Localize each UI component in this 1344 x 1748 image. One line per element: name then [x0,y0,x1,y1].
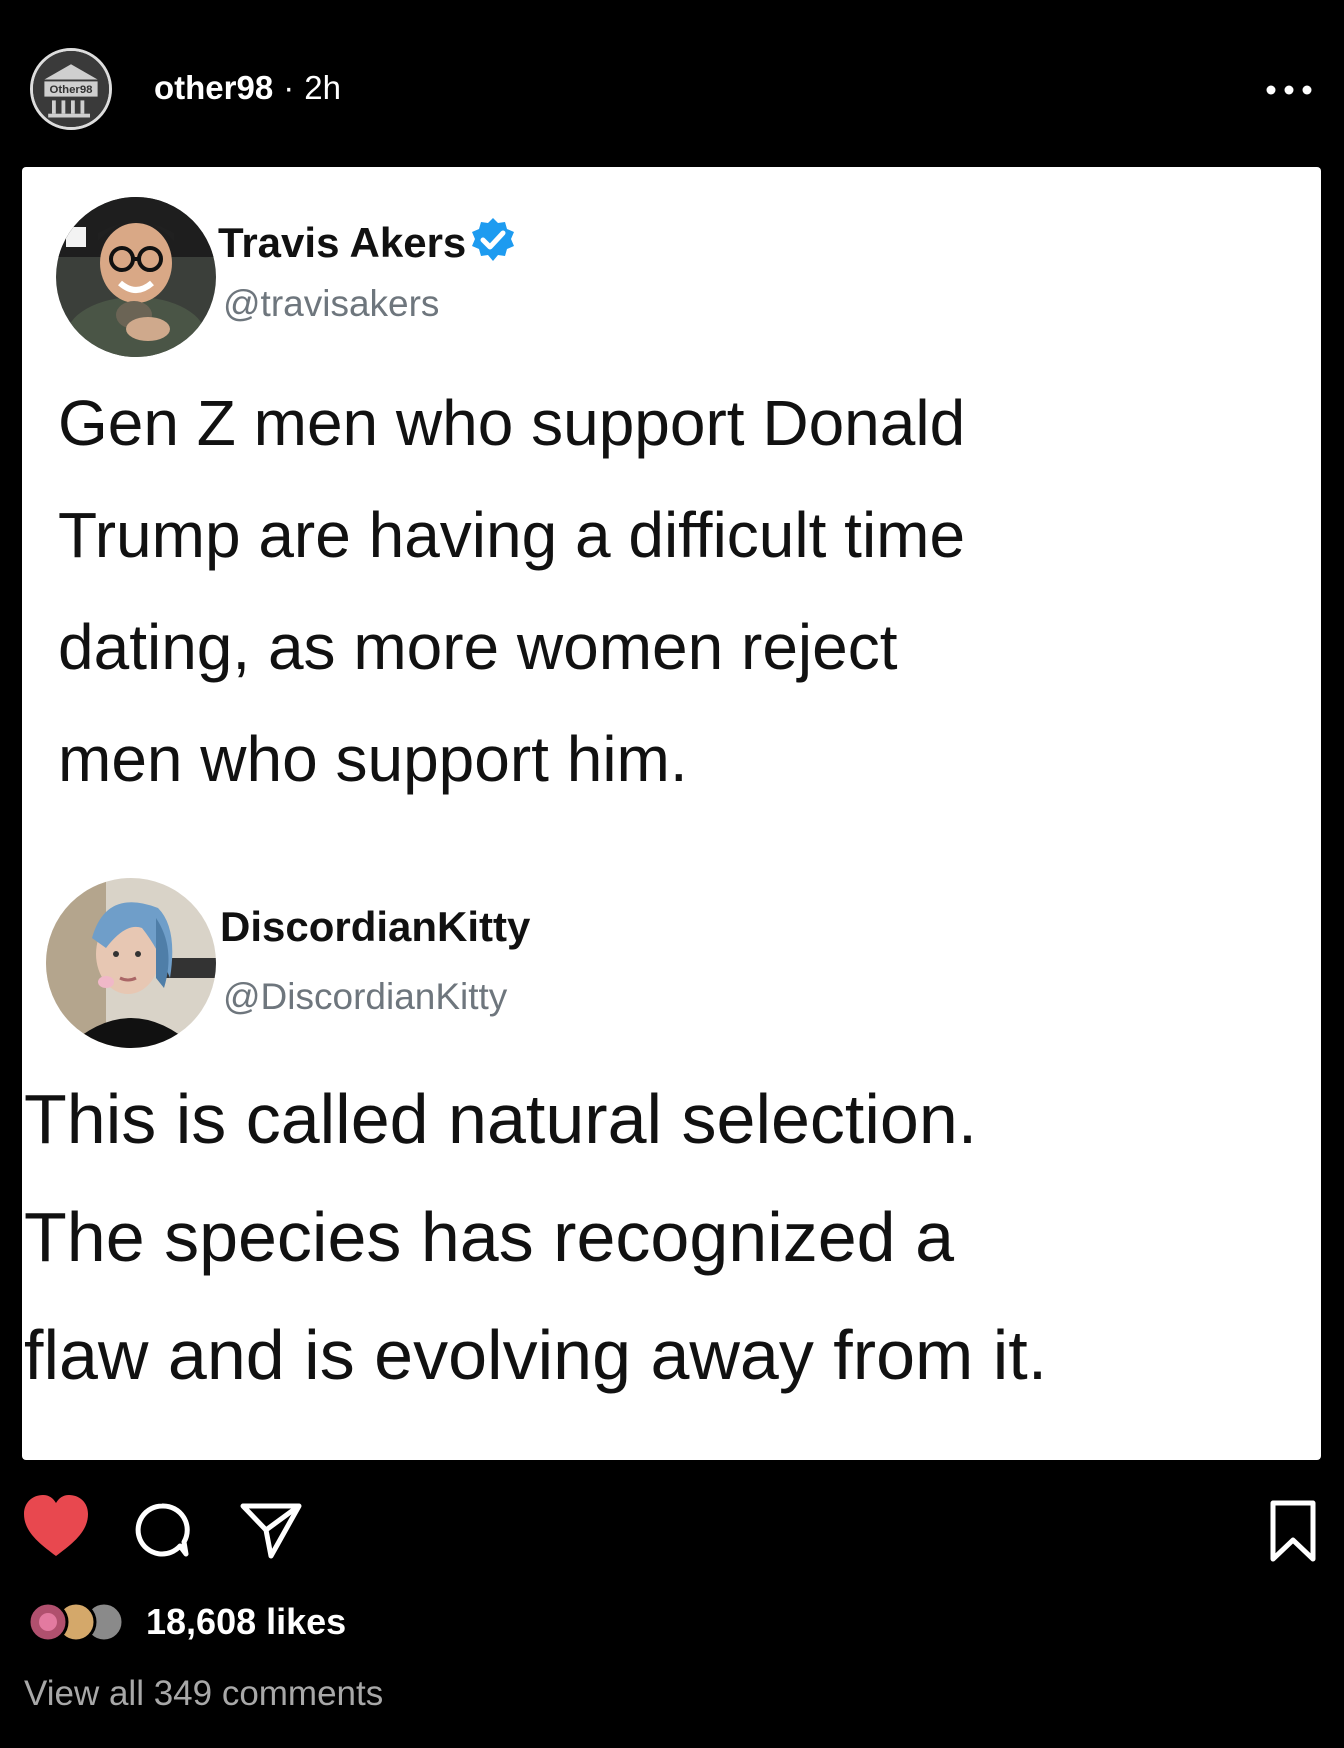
account-line: other98 · 2h [154,68,341,108]
account-username[interactable]: other98 [154,69,273,106]
send-icon[interactable] [238,1498,304,1562]
verified-badge-icon [468,215,518,265]
action-bar [0,1490,1344,1580]
author-name: Travis Akers [218,215,518,268]
bookmark-icon[interactable] [1266,1498,1320,1564]
post-time: 2h [304,69,341,106]
author-avatar [46,878,216,1048]
header-separator: · [283,69,295,106]
view-comments-link[interactable]: View all 349 comments [24,1674,383,1714]
likers-avatars [24,1600,128,1644]
author-name: DiscordianKitty [220,903,531,950]
likes-row[interactable]: 18,608 likes [24,1600,346,1646]
heart-icon[interactable] [20,1492,92,1560]
likes-count: 18,608 likes [146,1601,347,1642]
more-horizontal-icon[interactable] [1262,72,1316,108]
author-avatar [56,197,216,357]
svg-text:Other98: Other98 [49,84,92,96]
post-image[interactable]: Travis Akers @travisakers Gen Z men who … [22,167,1321,1460]
author-handle: @DiscordianKitty [223,976,508,1017]
account-avatar[interactable]: Other98 [30,48,112,130]
post-header: Other98 other98 · 2h [0,0,1344,160]
author-handle: @travisakers [223,283,440,324]
tweet-text: Gen Z men who support Donald Trump are h… [58,387,966,795]
tweet-text: This is called natural selection. The sp… [24,1080,1048,1394]
comment-icon[interactable] [132,1500,192,1560]
